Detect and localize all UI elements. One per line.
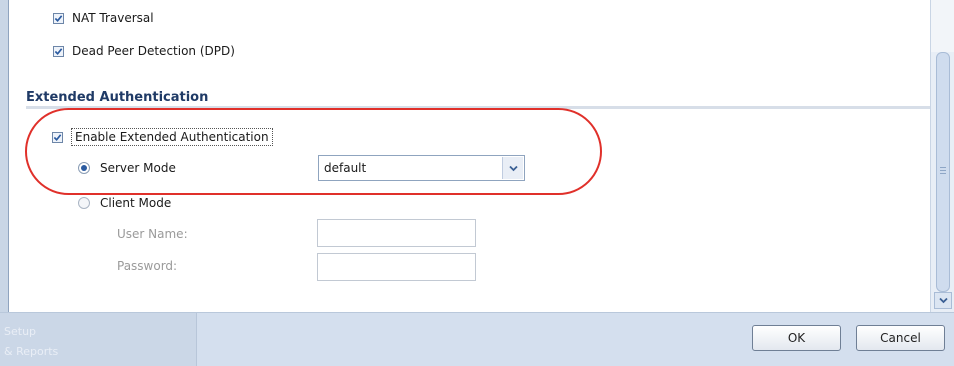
dpd-option[interactable]: Dead Peer Detection (DPD) — [53, 41, 235, 61]
chevron-down-icon — [938, 297, 948, 304]
nat-traversal-checkbox[interactable] — [53, 12, 64, 24]
nat-traversal-option[interactable]: NAT Traversal — [53, 8, 154, 28]
nat-traversal-label: NAT Traversal — [72, 11, 154, 25]
nav-ghost-text: & Reports — [4, 345, 59, 358]
user-name-input[interactable] — [317, 219, 476, 247]
scroll-down-button[interactable] — [934, 292, 952, 309]
left-frame-edge — [0, 0, 9, 312]
dpd-checkbox[interactable] — [53, 45, 64, 57]
nav-ghost-text: Setup — [4, 325, 37, 338]
ok-button[interactable]: OK — [752, 325, 841, 351]
navigation-panel-edge: Setup & Reports — [0, 313, 197, 366]
checkmark-icon — [53, 133, 62, 141]
server-mode-select[interactable]: default — [318, 155, 525, 181]
grip-icon — [940, 167, 946, 174]
section-divider — [26, 106, 930, 109]
password-label: Password: — [117, 259, 178, 273]
scroll-track[interactable] — [931, 0, 954, 52]
client-mode-radio[interactable] — [78, 197, 90, 209]
extended-authentication-heading: Extended Authentication — [26, 90, 209, 105]
chevron-down-icon[interactable] — [502, 157, 523, 179]
scroll-thumb[interactable] — [936, 52, 950, 292]
vertical-scrollbar[interactable] — [930, 0, 954, 312]
dpd-label: Dead Peer Detection (DPD) — [72, 44, 235, 58]
server-mode-select-value: default — [324, 161, 367, 175]
radio-selected-dot — [81, 165, 87, 171]
enable-extended-auth-label: Enable Extended Authentication — [71, 128, 273, 146]
checkmark-icon — [54, 47, 63, 55]
password-input[interactable] — [317, 253, 476, 281]
server-mode-label: Server Mode — [100, 161, 176, 175]
checkmark-icon — [54, 14, 63, 22]
user-name-label: User Name: — [117, 227, 188, 241]
server-mode-option[interactable]: Server Mode — [78, 158, 176, 178]
client-mode-option[interactable]: Client Mode — [78, 193, 171, 213]
server-mode-radio[interactable] — [78, 162, 90, 174]
enable-extended-auth-option[interactable]: Enable Extended Authentication — [52, 127, 273, 147]
cancel-button[interactable]: Cancel — [856, 325, 945, 351]
enable-extended-auth-checkbox[interactable] — [52, 131, 63, 143]
dialog-footer: Setup & Reports OK Cancel — [0, 312, 954, 366]
client-mode-label: Client Mode — [100, 196, 172, 210]
